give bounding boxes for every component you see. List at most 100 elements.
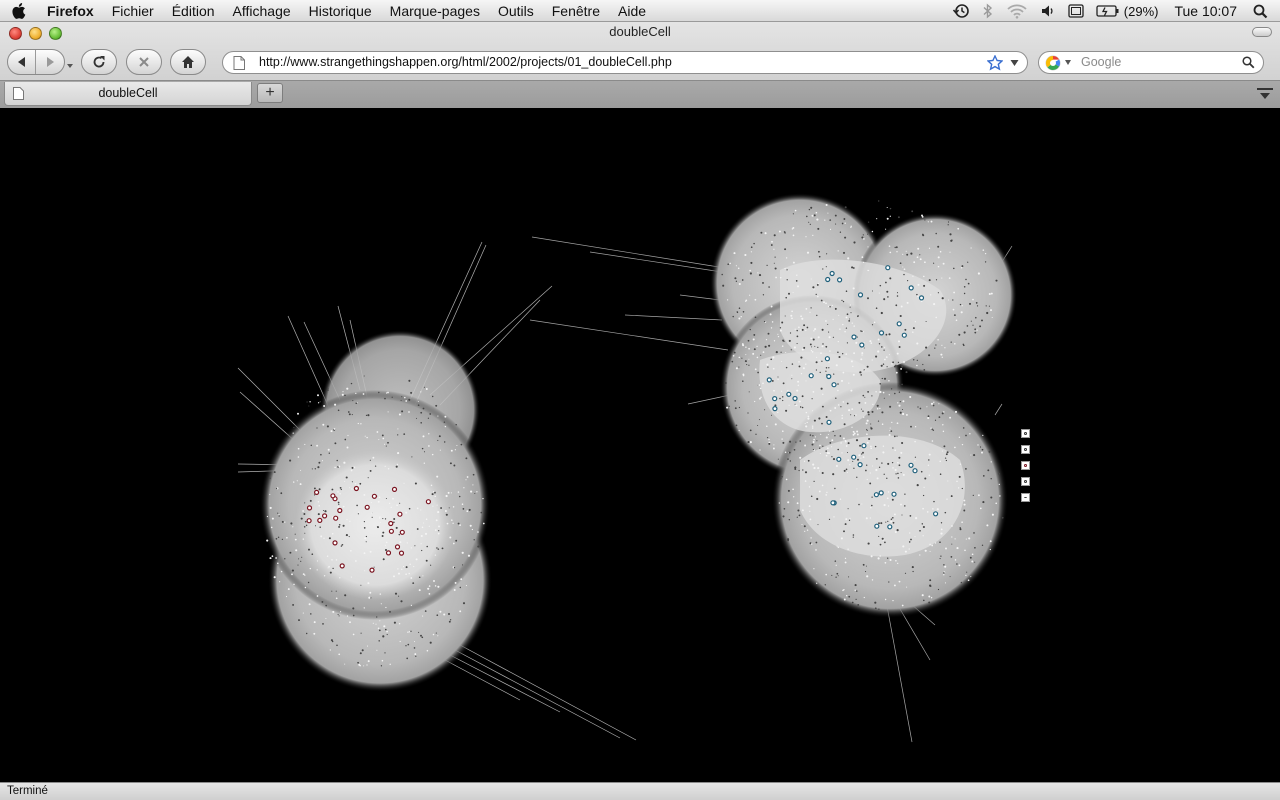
menu-aide[interactable]: Aide (609, 0, 655, 22)
stipple-dot (295, 549, 298, 552)
toolbar-toggle-button[interactable] (1252, 27, 1272, 37)
menu-fenetre[interactable]: Fenêtre (543, 0, 609, 22)
stipple-dot (887, 491, 890, 493)
search-icon[interactable] (1242, 56, 1255, 69)
stipple-dot (995, 502, 998, 505)
spotlight-button[interactable] (1247, 0, 1280, 22)
star-icon[interactable] (987, 55, 1003, 71)
art-control-1[interactable] (1021, 429, 1030, 438)
stipple-dot (400, 600, 403, 603)
stipple-dot (870, 426, 872, 428)
stipple-dot (812, 234, 814, 237)
stipple-dot (397, 428, 399, 430)
stipple-dot (879, 555, 881, 557)
stipple-dot (326, 425, 329, 428)
list-all-tabs-button[interactable] (1256, 86, 1274, 102)
tab-doublecell[interactable]: doubleCell (4, 82, 252, 106)
search-box[interactable]: Google (1038, 51, 1264, 74)
stipple-dot (979, 507, 982, 510)
art-control-4[interactable] (1021, 477, 1030, 486)
stipple-dot (926, 406, 928, 408)
menu-fichier[interactable]: Fichier (103, 0, 163, 22)
volume-status[interactable] (1034, 0, 1062, 22)
stipple-dot (963, 509, 966, 512)
menu-edition[interactable]: Édition (163, 0, 224, 22)
input-menu-status[interactable] (1062, 0, 1090, 22)
menu-marque-pages[interactable]: Marque-pages (381, 0, 489, 22)
art-control-3[interactable] (1021, 461, 1030, 470)
bluetooth-status[interactable] (976, 0, 1000, 22)
stipple-dot (784, 451, 787, 454)
stipple-dot (804, 530, 806, 532)
url-bar[interactable]: http://www.strangethingshappen.org/html/… (222, 51, 1028, 74)
stipple-dot (821, 345, 824, 348)
back-button[interactable] (8, 50, 36, 74)
stipple-dot (296, 480, 298, 482)
stipple-dot (927, 416, 930, 420)
stipple-dot (893, 584, 896, 587)
stipple-dot (398, 533, 401, 536)
clock[interactable]: Tue 10:07 (1164, 0, 1247, 22)
stipple-dot (896, 292, 899, 294)
google-logo-icon[interactable] (1045, 55, 1061, 71)
battery-status[interactable]: (29%) (1090, 0, 1165, 22)
stipple-dot (794, 466, 797, 469)
page-content[interactable] (0, 109, 1280, 782)
stipple-dot (837, 351, 839, 353)
search-engine-dropdown-icon[interactable] (1065, 60, 1071, 65)
close-window-button[interactable] (9, 27, 22, 40)
apple-menu[interactable] (0, 0, 38, 22)
stipple-dot (415, 655, 417, 657)
stipple-dot (909, 532, 911, 534)
stipple-dot (960, 267, 963, 269)
stipple-dot (984, 252, 987, 255)
art-control-2[interactable] (1021, 445, 1030, 454)
stipple-dot (902, 253, 904, 255)
wifi-status[interactable] (1000, 0, 1034, 22)
reload-button[interactable] (81, 49, 117, 75)
stipple-dot (304, 502, 306, 504)
right-cell[interactable] (529, 193, 1017, 743)
zoom-window-button[interactable] (49, 27, 62, 40)
cell-marker (908, 285, 914, 291)
stipple-dot (881, 462, 883, 464)
art-control-5[interactable] (1021, 493, 1030, 502)
double-cell-artwork[interactable] (0, 109, 1280, 782)
stipple-dot (742, 311, 745, 313)
stop-button[interactable] (126, 49, 162, 75)
menu-outils[interactable]: Outils (489, 0, 543, 22)
history-dropdown-button[interactable] (66, 57, 74, 68)
stipple-dot (841, 299, 843, 302)
url-dropdown-icon[interactable] (1010, 59, 1019, 67)
stipple-dot (390, 506, 392, 509)
left-cell[interactable] (237, 241, 637, 741)
stipple-dot (330, 639, 333, 642)
stipple-dot (791, 310, 793, 313)
stipple-dot (905, 371, 908, 374)
new-tab-button[interactable]: + (257, 83, 283, 103)
stipple-dot (883, 377, 887, 380)
stipple-dot (928, 474, 931, 477)
stipple-dot (795, 404, 797, 407)
stipple-dot (721, 273, 723, 276)
menu-app-firefox[interactable]: Firefox (38, 0, 103, 22)
stipple-dot (320, 453, 322, 456)
menu-affichage[interactable]: Affichage (224, 0, 300, 22)
stipple-dot (455, 539, 458, 542)
stipple-dot (342, 391, 344, 393)
stipple-dot (842, 323, 844, 326)
stipple-dot (887, 462, 890, 465)
stipple-dot (727, 263, 730, 266)
menu-historique[interactable]: Historique (300, 0, 381, 22)
stipple-dot (775, 351, 778, 354)
stipple-dot (810, 537, 812, 539)
stipple-dot (902, 473, 905, 476)
stipple-dot (912, 359, 915, 361)
stipple-dot (924, 477, 927, 480)
minimize-window-button[interactable] (29, 27, 42, 40)
home-button[interactable] (170, 49, 206, 75)
stipple-dot (861, 330, 863, 333)
time-machine-status[interactable] (946, 0, 976, 22)
forward-button[interactable] (36, 50, 64, 74)
stipple-dot (943, 411, 945, 413)
